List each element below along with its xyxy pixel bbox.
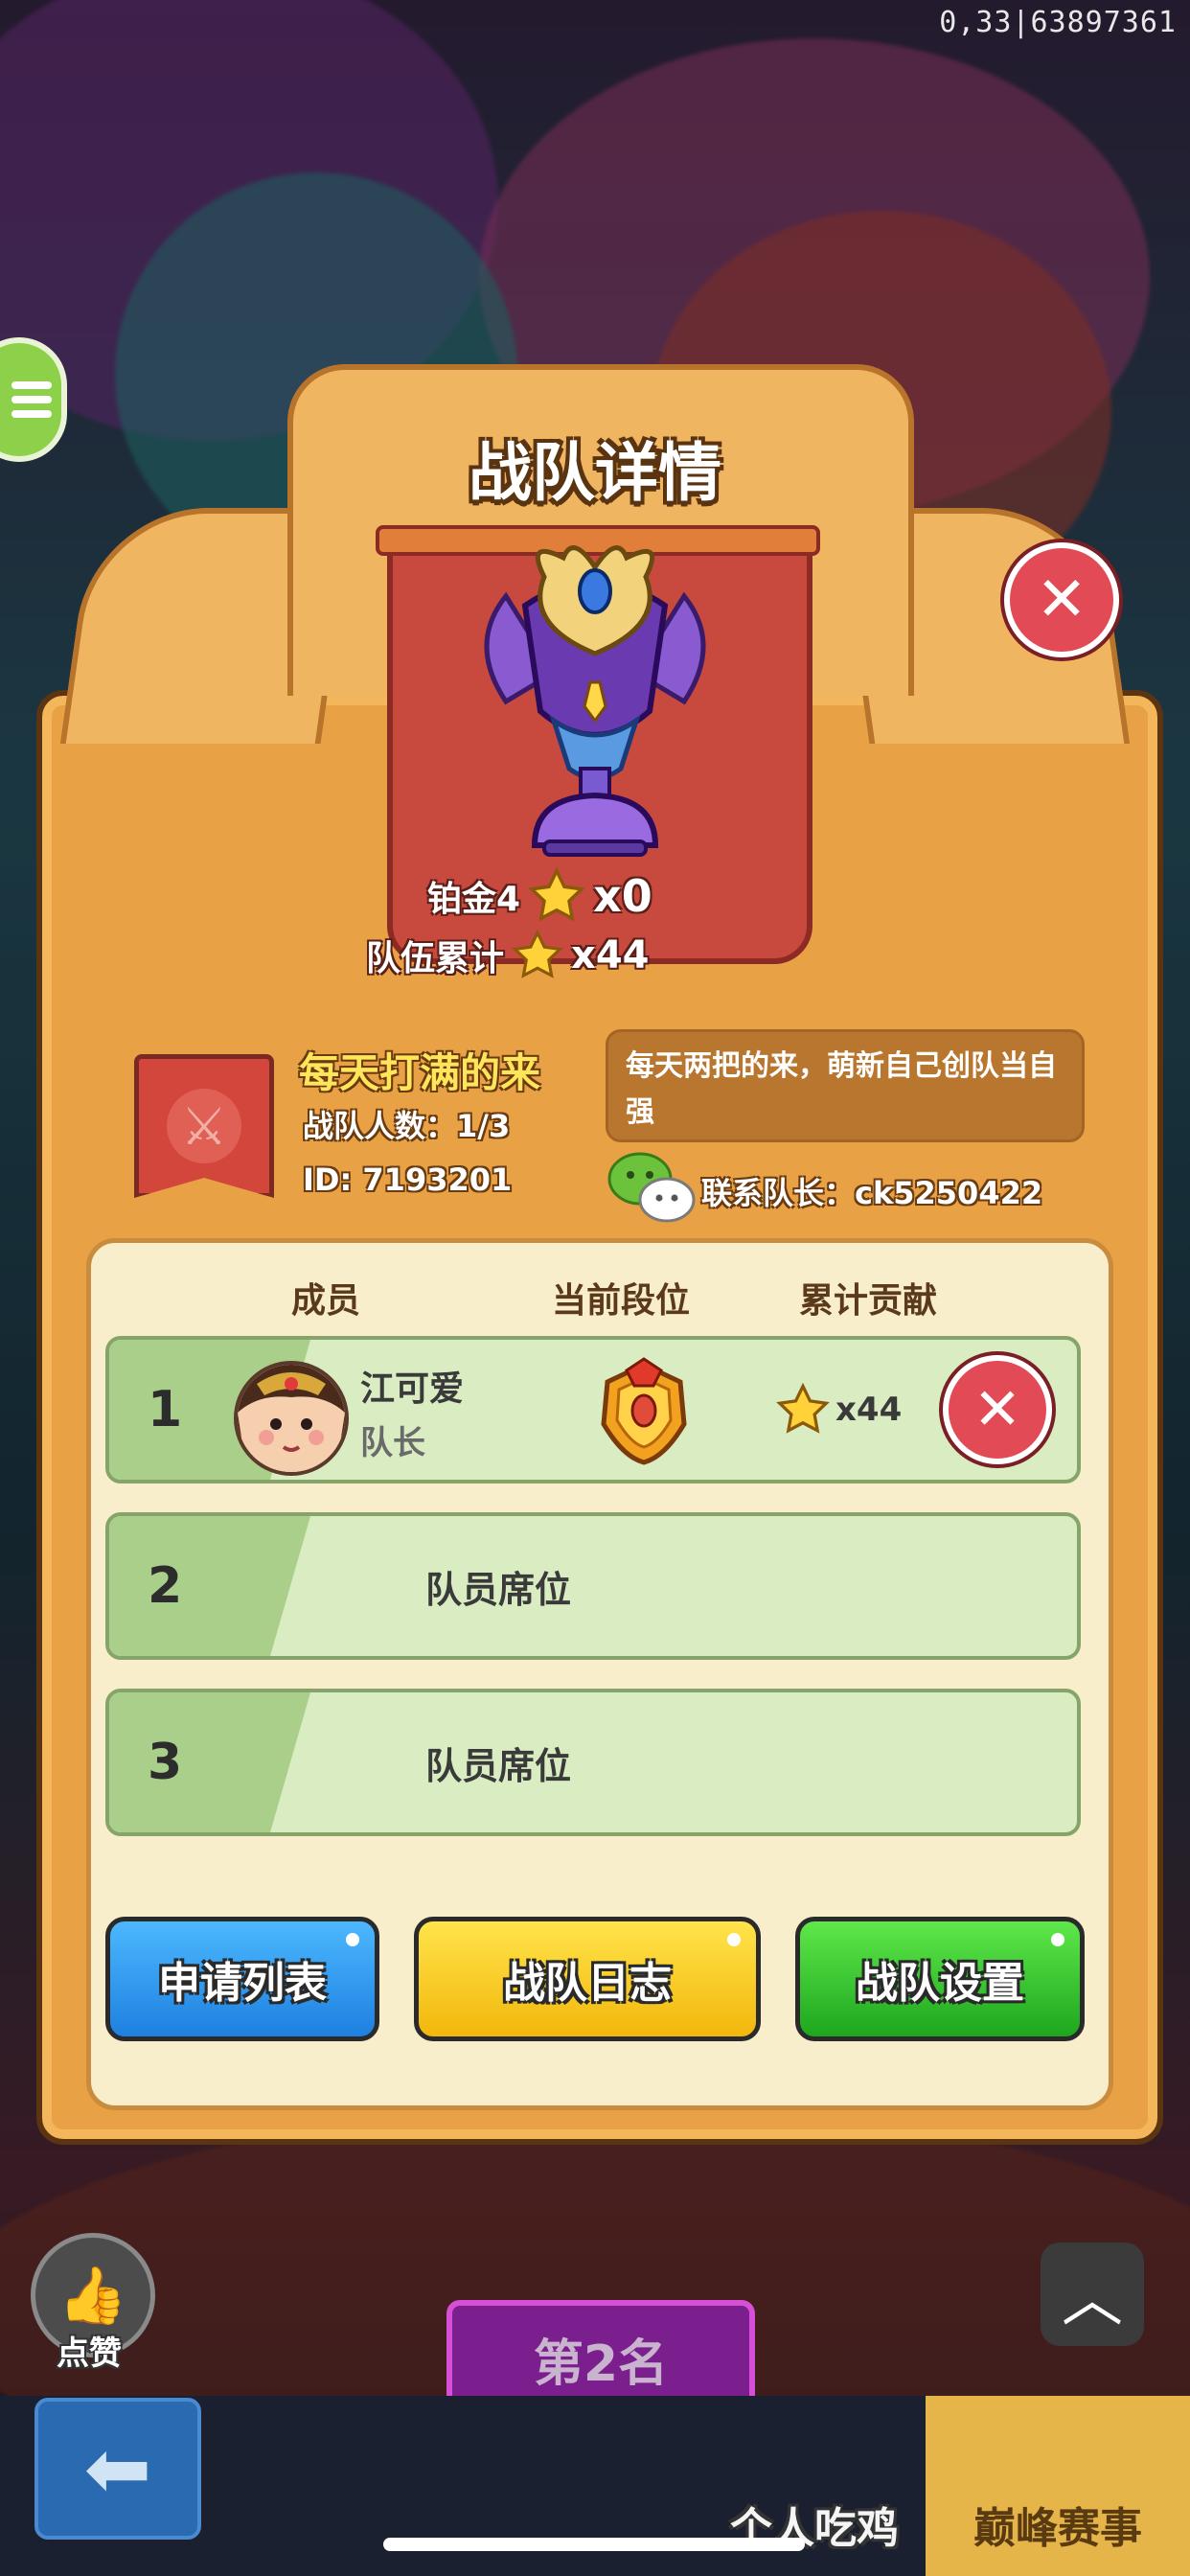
member-row-captain[interactable]: 1 江可爱 队长 x44 ✕ (105, 1336, 1081, 1484)
dialog-title: 战队详情 (469, 436, 721, 510)
close-icon: ✕ (973, 1376, 1022, 1443)
team-id: ID: 7193201 (303, 1162, 513, 1198)
like-label: 点赞 (57, 2334, 122, 2373)
avatar[interactable] (234, 1361, 349, 1476)
apply-list-button[interactable]: 申请列表 (105, 1917, 379, 2041)
remove-member-button[interactable]: ✕ (943, 1355, 1052, 1464)
member-row-empty-seat[interactable]: 2 队员席位 (105, 1512, 1081, 1660)
member-row-empty-seat[interactable]: 3 队员席位 (105, 1689, 1081, 1836)
team-total-label: 队伍累计 (366, 939, 505, 978)
rank-stars-line: 铂金4 x0 (427, 867, 652, 925)
rank-star-count: x0 (593, 870, 652, 922)
chevron-up-icon: ︿ (1062, 2265, 1123, 2335)
scroll-up-button[interactable]: ︿ (1041, 2242, 1144, 2346)
row-number: 3 (148, 1734, 183, 1791)
seat-label: 队员席位 (425, 1568, 572, 1611)
member-name: 江可爱 (360, 1369, 465, 1409)
menu-icon (11, 375, 52, 425)
wechat-icon (607, 1152, 696, 1223)
star-icon (528, 867, 585, 922)
column-header-contribution: 累计贡献 (798, 1281, 938, 1321)
sword-icon: ⚔ (167, 1089, 241, 1163)
team-log-button[interactable]: 战队日志 (414, 1917, 761, 2041)
column-header-rank: 当前段位 (551, 1281, 691, 1321)
team-total-stars: x44 (571, 933, 650, 978)
row-number: 1 (148, 1381, 183, 1438)
contribution-value: x44 (835, 1391, 903, 1429)
seat-label: 队员席位 (425, 1744, 572, 1787)
arrow-left-icon: ⬅ (83, 2422, 152, 2516)
team-name: 每天打满的来 (299, 1049, 541, 1096)
thumbs-up-icon: 👍 (57, 2262, 128, 2328)
gold-rank-badge-icon (601, 1357, 687, 1465)
column-header-member: 成员 (290, 1281, 361, 1321)
row-number: 2 (148, 1557, 183, 1615)
member-contribution: x44 (776, 1340, 902, 1480)
debug-overlay-text: 0,33|63897361 (939, 6, 1177, 39)
close-button[interactable]: ✕ (1004, 542, 1119, 657)
star-icon (776, 1383, 830, 1434)
home-indicator (383, 2538, 805, 2551)
team-member-count: 战队人数：1/3 (303, 1108, 511, 1144)
platinum-trophy-icon (484, 545, 706, 857)
team-flag-icon: ⚔ (134, 1054, 274, 1198)
back-button[interactable]: ⬅ (34, 2398, 201, 2540)
team-description: 每天两把的来，萌新自己创队当自强 (606, 1029, 1085, 1142)
side-menu-button[interactable] (0, 337, 67, 462)
rank-name: 铂金4 (427, 880, 521, 919)
team-settings-button[interactable]: 战队设置 (795, 1917, 1085, 2041)
star-icon (512, 930, 563, 978)
tab-peak-event[interactable]: 巅峰赛事 (926, 2396, 1190, 2576)
member-role: 队长 (360, 1424, 425, 1462)
captain-contact: 联系队长：ck5250422 (701, 1175, 1043, 1211)
close-icon: ✕ (1036, 564, 1087, 635)
team-total-line: 队伍累计 x44 (366, 930, 649, 981)
